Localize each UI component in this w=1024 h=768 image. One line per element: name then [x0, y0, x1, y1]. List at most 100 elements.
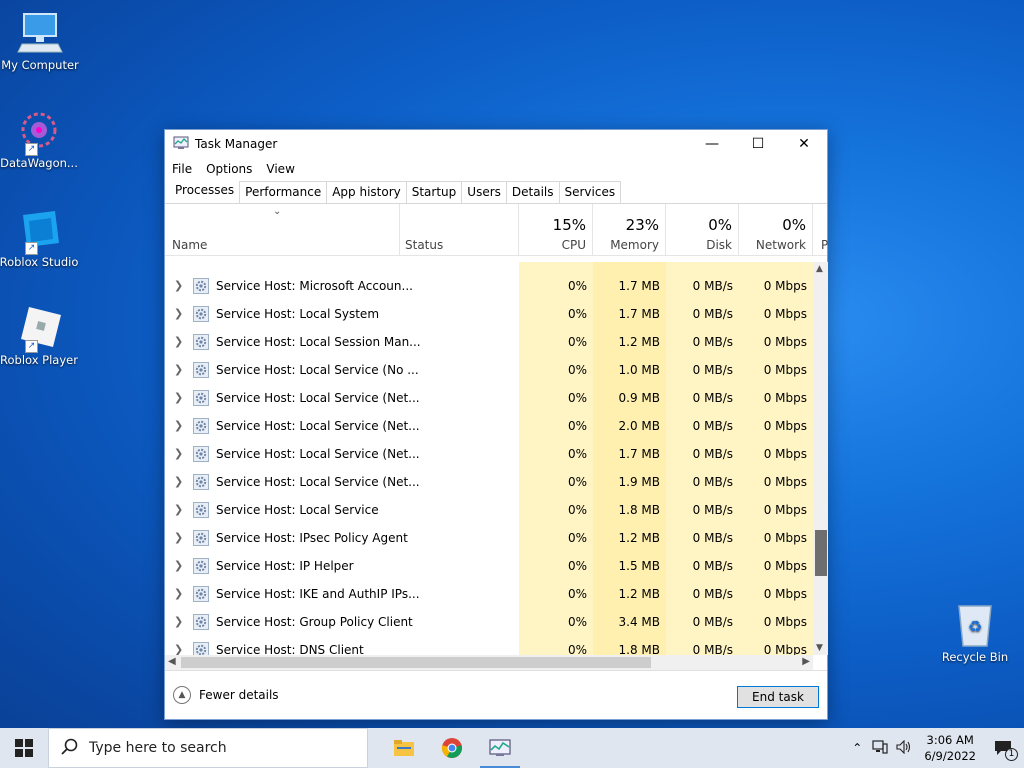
tab-performance[interactable]: Performance — [239, 181, 328, 203]
table-row[interactable]: ❯ Service Host: Local Service (No ... 0% 1.… — [165, 356, 813, 384]
table-row[interactable]: ❯ Service Host: IP Helper 0% 1.5 MB 0 MB/s 0 … — [165, 552, 813, 580]
process-name: Service Host: Local Service (No ... — [216, 363, 419, 377]
minimize-button[interactable]: — — [689, 130, 735, 158]
desktop-icon-datawagon[interactable]: ↗ DataWagon... — [0, 108, 79, 170]
column-name[interactable]: ⌄ Name — [165, 204, 400, 256]
tab-startup[interactable]: Startup — [405, 181, 463, 203]
table-row[interactable]: ❯ Service Host: Local Service (Net... 0% 1.… — [165, 440, 813, 468]
column-memory-label: Memory — [610, 238, 659, 252]
vertical-scroll-thumb[interactable] — [815, 530, 827, 576]
table-row[interactable]: ❯ Service Host: IPsec Policy Agent 0% 1.2 M… — [165, 524, 813, 552]
desktop-icon-roblox-player[interactable]: ↗ Roblox Player — [0, 305, 79, 367]
table-row[interactable]: ❯ Service Host: Local Service 0% 1.8 MB 0 MB… — [165, 496, 813, 524]
desktop-icon-my-computer[interactable]: My Computer — [0, 10, 80, 72]
cpu-total-pct: 15% — [552, 216, 586, 234]
menu-view[interactable]: View — [266, 162, 294, 176]
process-disk: 0 MB/s — [692, 503, 733, 517]
table-row[interactable]: ❯ Service Host: DNS Client 0% 1.8 MB 0 MB/s 0… — [165, 636, 813, 656]
horizontal-scroll-thumb[interactable] — [181, 657, 651, 668]
column-disk-label: Disk — [706, 238, 732, 252]
tab-details[interactable]: Details — [505, 181, 560, 203]
process-name: Service Host: Local Service — [216, 503, 379, 517]
expand-chevron-icon[interactable]: ❯ — [174, 328, 183, 356]
desktop-icon-label: Recycle Bin — [941, 650, 1009, 664]
table-row[interactable]: ❯ Service Host: Local System 0% 1.7 MB 0 MB/… — [165, 300, 813, 328]
windows-logo-icon — [15, 739, 33, 757]
taskbar-file-explorer[interactable] — [380, 728, 428, 768]
column-power-label: P — [821, 238, 829, 252]
scroll-left-icon[interactable]: ◀ — [168, 656, 176, 667]
process-memory: 3.4 MB — [618, 615, 660, 629]
column-network[interactable]: 0% Network — [739, 204, 813, 256]
notification-button[interactable]: 1 — [988, 728, 1018, 768]
scroll-up-icon[interactable]: ▲ — [816, 264, 823, 274]
network-icon[interactable] — [872, 739, 888, 757]
expand-chevron-icon[interactable]: ❯ — [174, 440, 183, 468]
taskbar-search[interactable]: Type here to search — [48, 728, 368, 768]
taskbar-task-manager[interactable] — [476, 728, 524, 768]
gear-icon — [193, 334, 209, 350]
close-button[interactable]: ✕ — [781, 130, 827, 158]
process-memory: 1.2 MB — [618, 531, 660, 545]
roblox-studio-icon: ↗ — [15, 207, 63, 255]
tab-users[interactable]: Users — [461, 181, 507, 203]
expand-chevron-icon[interactable]: ❯ — [174, 580, 183, 608]
fewer-details-button[interactable]: ▲ Fewer details — [173, 686, 279, 704]
vertical-scrollbar[interactable]: ▲ ▼ — [813, 262, 828, 655]
process-network: 0 Mbps — [763, 643, 807, 656]
clock[interactable]: 3:06 AM 6/9/2022 — [924, 732, 976, 764]
table-row[interactable]: ❯ Service Host: Local Service (Net... 0% 1.… — [165, 468, 813, 496]
expand-chevron-icon[interactable]: ❯ — [174, 496, 183, 524]
desktop-icon-roblox-studio[interactable]: ↗ Roblox Studio — [0, 207, 79, 269]
expand-chevron-icon[interactable]: ❯ — [174, 412, 183, 440]
tab-app-history[interactable]: App history — [326, 181, 407, 203]
table-row[interactable]: ❯ Service Host: Local Session Man... 0% 1.2… — [165, 328, 813, 356]
taskbar: Type here to search ⌃ 3:06 AM 6/9/2022 1 — [0, 728, 1024, 768]
table-row[interactable]: ❯ Service Host: Group Policy Client 0% 3.4 … — [165, 608, 813, 636]
menu-options[interactable]: Options — [206, 162, 252, 176]
scroll-right-icon[interactable]: ▶ — [802, 656, 810, 667]
volume-icon[interactable] — [896, 739, 912, 757]
table-row[interactable]: ❯ Service Host: Microsoft Accoun... 0% 1.7 … — [165, 272, 813, 300]
column-cpu[interactable]: 15% CPU — [519, 204, 593, 256]
column-power[interactable]: P — [813, 204, 829, 256]
tab-processes[interactable]: Processes — [169, 179, 241, 203]
column-status[interactable]: Status — [400, 204, 519, 256]
table-row[interactable]: ❯ Service Host: Local Service (Net... 0% 2.… — [165, 412, 813, 440]
expand-chevron-icon[interactable]: ❯ — [174, 608, 183, 636]
column-memory[interactable]: 23% Memory — [593, 204, 666, 256]
desktop-icon-recycle-bin[interactable]: ♻ Recycle Bin — [935, 602, 1015, 664]
scroll-down-icon[interactable]: ▼ — [816, 643, 823, 653]
expand-chevron-icon[interactable]: ❯ — [174, 356, 183, 384]
process-memory: 2.0 MB — [618, 419, 660, 433]
expand-chevron-icon[interactable]: ❯ — [174, 300, 183, 328]
expand-chevron-icon[interactable]: ❯ — [174, 636, 183, 656]
menu-file[interactable]: File — [172, 162, 192, 176]
process-cpu: 0% — [567, 615, 587, 629]
process-disk: 0 MB/s — [692, 419, 733, 433]
column-disk[interactable]: 0% Disk — [666, 204, 739, 256]
expand-chevron-icon[interactable]: ❯ — [174, 552, 183, 580]
process-memory: 1.9 MB — [618, 475, 660, 489]
task-manager-icon — [173, 136, 189, 153]
task-manager-window[interactable]: Task Manager — ☐ ✕ File Options View Pro… — [164, 129, 828, 720]
end-task-button[interactable]: End task — [737, 686, 819, 708]
tab-services[interactable]: Services — [558, 181, 622, 203]
gear-icon — [193, 558, 209, 574]
close-icon: ✕ — [798, 136, 810, 152]
gear-icon — [193, 390, 209, 406]
footer: ▲ Fewer details End task — [165, 670, 827, 720]
expand-chevron-icon[interactable]: ❯ — [174, 272, 183, 300]
expand-chevron-icon[interactable]: ❯ — [174, 524, 183, 552]
expand-chevron-icon[interactable]: ❯ — [174, 384, 183, 412]
horizontal-scrollbar[interactable]: ◀ ▶ — [165, 655, 813, 670]
process-cpu: 0% — [567, 559, 587, 573]
maximize-button[interactable]: ☐ — [735, 130, 781, 158]
chevron-up-icon[interactable]: ⌃ — [852, 741, 862, 755]
start-button[interactable] — [0, 728, 48, 768]
table-row[interactable]: ❯ Service Host: IKE and AuthIP IPs... 0% 1.… — [165, 580, 813, 608]
taskbar-chrome[interactable] — [428, 728, 476, 768]
title-bar[interactable]: Task Manager — ☐ ✕ — [165, 130, 827, 158]
table-row[interactable]: ❯ Service Host: Local Service (Net... 0% 0.… — [165, 384, 813, 412]
expand-chevron-icon[interactable]: ❯ — [174, 468, 183, 496]
